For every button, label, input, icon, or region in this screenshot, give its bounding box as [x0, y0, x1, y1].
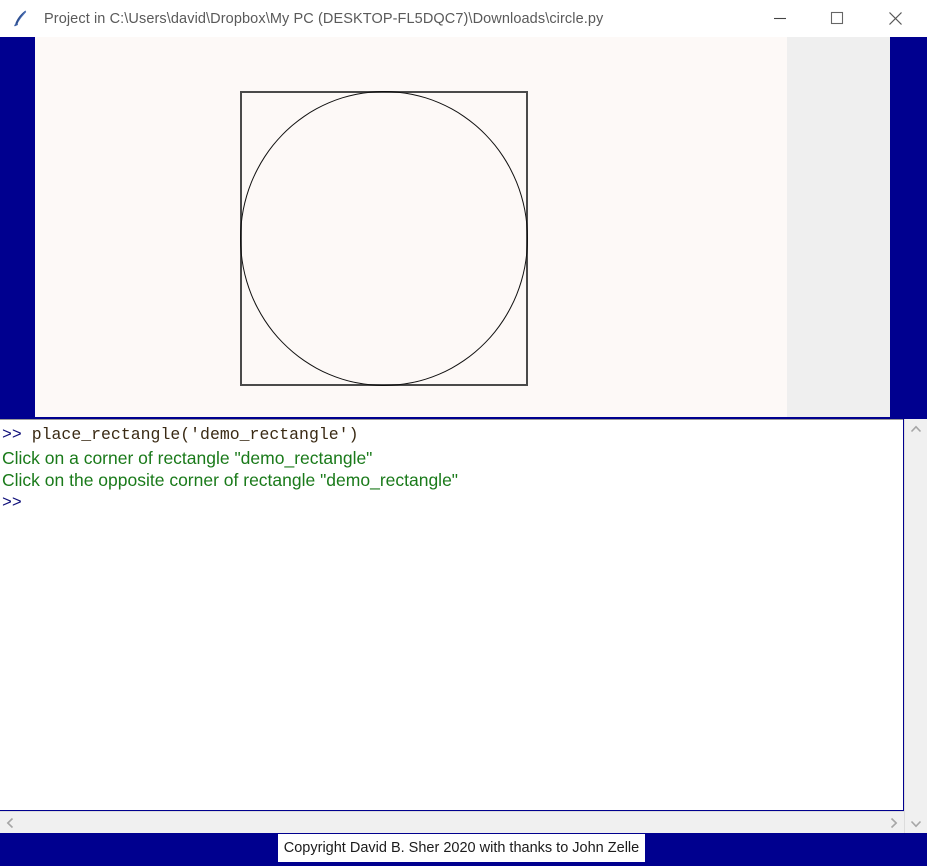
console-line-1: >> place_rectangle('demo_rectangle')	[2, 424, 903, 447]
chevron-down-icon[interactable]	[905, 814, 927, 832]
vertical-scrollbar[interactable]	[904, 419, 927, 833]
shape-demo-circle[interactable]	[240, 91, 528, 386]
console-line-2: Click on a corner of rectangle "demo_rec…	[2, 447, 373, 468]
status-bar: Copyright David B. Sher 2020 with thanks…	[0, 834, 927, 866]
window-title: Project in C:\Users\david\Dropbox\My PC …	[44, 10, 604, 27]
canvas-band: Edit Clicks Make App Names	[0, 37, 927, 418]
close-icon[interactable]	[872, 0, 918, 36]
python-idle-feather-icon	[10, 8, 32, 30]
drawing-canvas[interactable]	[35, 37, 787, 417]
window-body: Edit Clicks Make App Names >> place_rect…	[0, 37, 927, 866]
minimize-icon[interactable]	[757, 0, 803, 36]
console-output[interactable]: >> place_rectangle('demo_rectangle') Cli…	[0, 419, 903, 810]
chevron-right-icon[interactable]	[884, 813, 903, 832]
console-line-3: Click on the opposite corner of rectangl…	[2, 470, 459, 490]
console-area: >> place_rectangle('demo_rectangle') Cli…	[0, 419, 927, 866]
chevron-left-icon[interactable]	[1, 813, 20, 832]
tool-side-panel: Edit Clicks Make App Names	[787, 37, 890, 417]
maximize-icon[interactable]	[814, 0, 860, 36]
title-bar: Project in C:\Users\david\Dropbox\My PC …	[0, 0, 927, 38]
horizontal-scrollbar[interactable]	[0, 811, 904, 833]
console-prompt-1: >>	[2, 425, 32, 444]
copyright-label: Copyright David B. Sher 2020 with thanks…	[278, 834, 645, 862]
console-prompt-2: >>	[2, 492, 22, 512]
console-command-1: place_rectangle('demo_rectangle')	[31, 425, 359, 444]
chevron-up-icon[interactable]	[905, 420, 927, 438]
console-line-4: >>	[2, 492, 903, 515]
